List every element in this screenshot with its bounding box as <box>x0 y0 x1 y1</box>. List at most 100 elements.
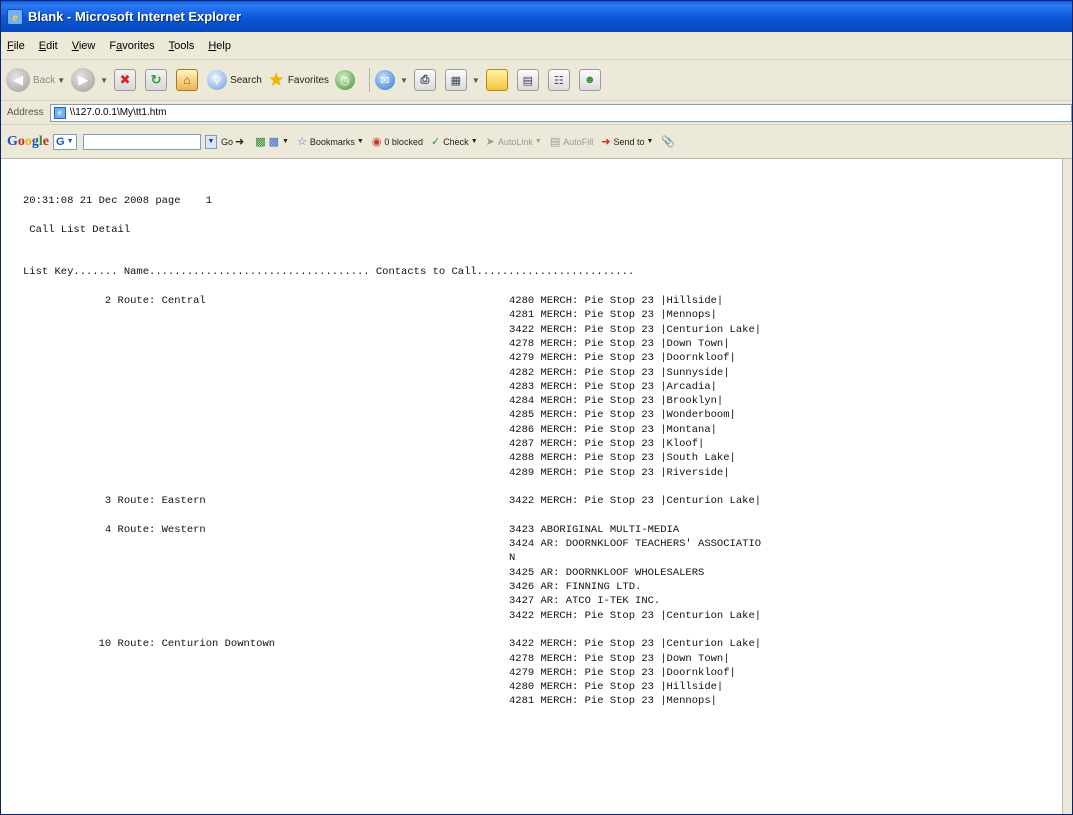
contact-entry: 4281 MERCH: Pie Stop 23 |Mennops| <box>509 695 717 708</box>
history-icon: ◷ <box>334 70 355 90</box>
forward-dropdown-icon[interactable]: ▼ <box>100 76 108 85</box>
forward-arrow-icon: ▶ <box>71 68 96 92</box>
history-button[interactable]: ◷ <box>334 70 358 90</box>
contact-entry: 4280 MERCH: Pie Stop 23 |Hillside| <box>509 681 724 694</box>
google-menu-button[interactable]: G ▼ <box>53 133 77 150</box>
bookmarks-dropdown-icon: ▼ <box>356 138 364 145</box>
mail-dropdown-icon[interactable]: ▼ <box>400 76 408 85</box>
sendto-dropdown-icon: ▼ <box>646 138 654 145</box>
autofill-label: AutoFill <box>563 136 594 147</box>
page-icon: e <box>53 106 66 119</box>
autofill-button[interactable]: ▤ AutoFill <box>550 135 593 148</box>
home-button[interactable]: ⌂ <box>176 69 201 91</box>
route-name: 2 Route: Central <box>23 295 206 308</box>
autolink-button[interactable]: ➤ AutoLink ▼ <box>486 135 542 148</box>
search-button[interactable]: ⚲ Search <box>207 70 262 90</box>
report-row: 4278 MERCH: Pie Stop 23 |Down Town| <box>23 652 761 666</box>
favorites-label: Favorites <box>287 74 329 86</box>
google-go-button[interactable]: Go ➜ <box>221 135 247 148</box>
settings-button[interactable]: 📎 <box>661 135 678 148</box>
research-button[interactable]: ▤ <box>516 69 542 91</box>
google-search-dropdown-icon[interactable]: ▼ <box>205 134 217 149</box>
autolink-dropdown-icon: ▼ <box>534 138 542 145</box>
report-row: 4289 MERCH: Pie Stop 23 |Riverside| <box>23 466 761 480</box>
report-row: 4281 MERCH: Pie Stop 23 |Mennops| <box>23 694 761 708</box>
menu-file-accel: F <box>7 39 14 52</box>
menu-edit-rest: dit <box>46 39 58 52</box>
menu-view[interactable]: View <box>72 40 96 52</box>
extra-dropdown-icon: ▼ <box>282 138 289 145</box>
menu-edit[interactable]: Edit <box>39 40 58 52</box>
menu-edit-accel: E <box>38 39 47 52</box>
autolink-label: AutoLink <box>497 136 533 147</box>
address-input[interactable]: e \\127.0.0.1\My\tt1.htm <box>49 103 1072 122</box>
popup-blocker-button[interactable]: ◉ 0 blocked <box>372 135 423 148</box>
page-rank-icon: ▩ <box>255 136 266 148</box>
google-logo[interactable]: Google <box>7 134 49 150</box>
contact-entry: 4279 MERCH: Pie Stop 23 |Doornkloof| <box>509 666 736 679</box>
back-arrow-icon: ◀ <box>6 68 30 92</box>
google-extra-button[interactable]: ▩ ▩ ▼ <box>255 135 289 148</box>
back-button[interactable]: ◀ Back ▼ <box>6 68 65 92</box>
report-row: N <box>23 551 761 565</box>
menu-view-accel: V <box>71 39 79 52</box>
news-icon: ▩ <box>268 136 280 148</box>
menu-favorites-rest: vorites <box>122 39 155 52</box>
title-bar[interactable]: e Blank - Microsoft Internet Explorer <box>1 1 1072 32</box>
contact-entry: 4279 MERCH: Pie Stop 23 |Doornkloof| <box>509 352 736 365</box>
edit-dropdown-icon[interactable]: ▼ <box>472 76 480 85</box>
address-url: \\127.0.0.1\My\tt1.htm <box>69 107 167 118</box>
report-row: 4279 MERCH: Pie Stop 23 |Doornkloof| <box>23 666 761 680</box>
stop-button[interactable]: ✖ <box>114 69 139 91</box>
autofill-icon: ▤ <box>549 136 561 148</box>
page-content: 20:31:08 21 Dec 2008 page 1 Call List De… <box>1 159 1064 814</box>
contact-entry: 3422 MERCH: Pie Stop 23 |Centurion Lake| <box>509 323 762 336</box>
contact-entry: 4283 MERCH: Pie Stop 23 |Arcadia| <box>509 380 717 393</box>
refresh-button[interactable]: ↻ <box>145 69 170 91</box>
contact-entry: 4287 MERCH: Pie Stop 23 |Kloof| <box>509 438 705 451</box>
contact-entry: 4286 MERCH: Pie Stop 23 |Montana| <box>509 423 717 436</box>
messenger-button[interactable]: ☷ <box>547 69 573 91</box>
mail-icon: ✉ <box>374 70 395 90</box>
report-row: 4282 MERCH: Pie Stop 23 |Sunnyside| <box>23 366 761 380</box>
send-to-icon: ➜ <box>601 136 611 148</box>
report-row: 4279 MERCH: Pie Stop 23 |Doornkloof| <box>23 351 761 365</box>
report-row: 3427 AR: ATCO I-TEK INC. <box>23 594 761 608</box>
spell-check-button[interactable]: ✓ Check ▼ <box>431 135 478 148</box>
back-dropdown-icon[interactable]: ▼ <box>57 76 65 85</box>
favorites-button[interactable]: ★ Favorites <box>268 69 329 92</box>
contact-entry: 3422 MERCH: Pie Stop 23 |Centurion Lake| <box>509 638 762 651</box>
menu-tools[interactable]: Tools <box>169 40 195 52</box>
people-button[interactable]: ☻ <box>578 69 604 91</box>
report-row: 4283 MERCH: Pie Stop 23 |Arcadia| <box>23 380 761 394</box>
popup-blocker-icon: ◉ <box>371 136 382 148</box>
internet-explorer-icon: e <box>7 8 23 25</box>
menu-help-rest: elp <box>216 39 231 52</box>
menu-favorites[interactable]: Favorites <box>109 40 154 52</box>
google-search-input[interactable] <box>83 133 201 150</box>
printer-icon: ⎙ <box>413 69 436 91</box>
send-to-button[interactable]: ➜ Send to ▼ <box>601 135 653 148</box>
contact-entry: 4280 MERCH: Pie Stop 23 |Hillside| <box>509 295 724 308</box>
google-menu-dropdown-icon: ▼ <box>66 138 74 145</box>
folder-button[interactable] <box>485 69 511 91</box>
address-label: Address <box>7 107 44 118</box>
standard-toolbar: ◀ Back ▼ ▶ ▼ ✖ ↻ ⌂ ⚲ Search ★ Favorites … <box>1 60 1072 101</box>
toolbar-separator <box>368 68 370 92</box>
mail-button[interactable]: ✉ ▼ <box>374 70 408 90</box>
contact-entry: 3424 AR: DOORNKLOOF TEACHERS' ASSOCIATIO <box>509 538 762 551</box>
address-bar: Address e \\127.0.0.1\My\tt1.htm <box>1 101 1072 125</box>
print-button[interactable]: ⎙ <box>413 69 439 91</box>
contact-entry: 3426 AR: FINNING LTD. <box>509 581 642 594</box>
bookmarks-button[interactable]: ☆ Bookmarks ▼ <box>297 135 364 148</box>
forward-button[interactable]: ▶ ▼ <box>71 68 108 92</box>
report-row: 4281 MERCH: Pie Stop 23 |Mennops| <box>23 308 761 322</box>
google-go-label: Go <box>221 136 234 147</box>
menu-help[interactable]: Help <box>208 40 231 52</box>
vertical-scrollbar[interactable] <box>1062 159 1072 814</box>
menu-file[interactable]: File <box>7 40 25 52</box>
edit-button[interactable]: ▦ ▼ <box>444 69 480 91</box>
